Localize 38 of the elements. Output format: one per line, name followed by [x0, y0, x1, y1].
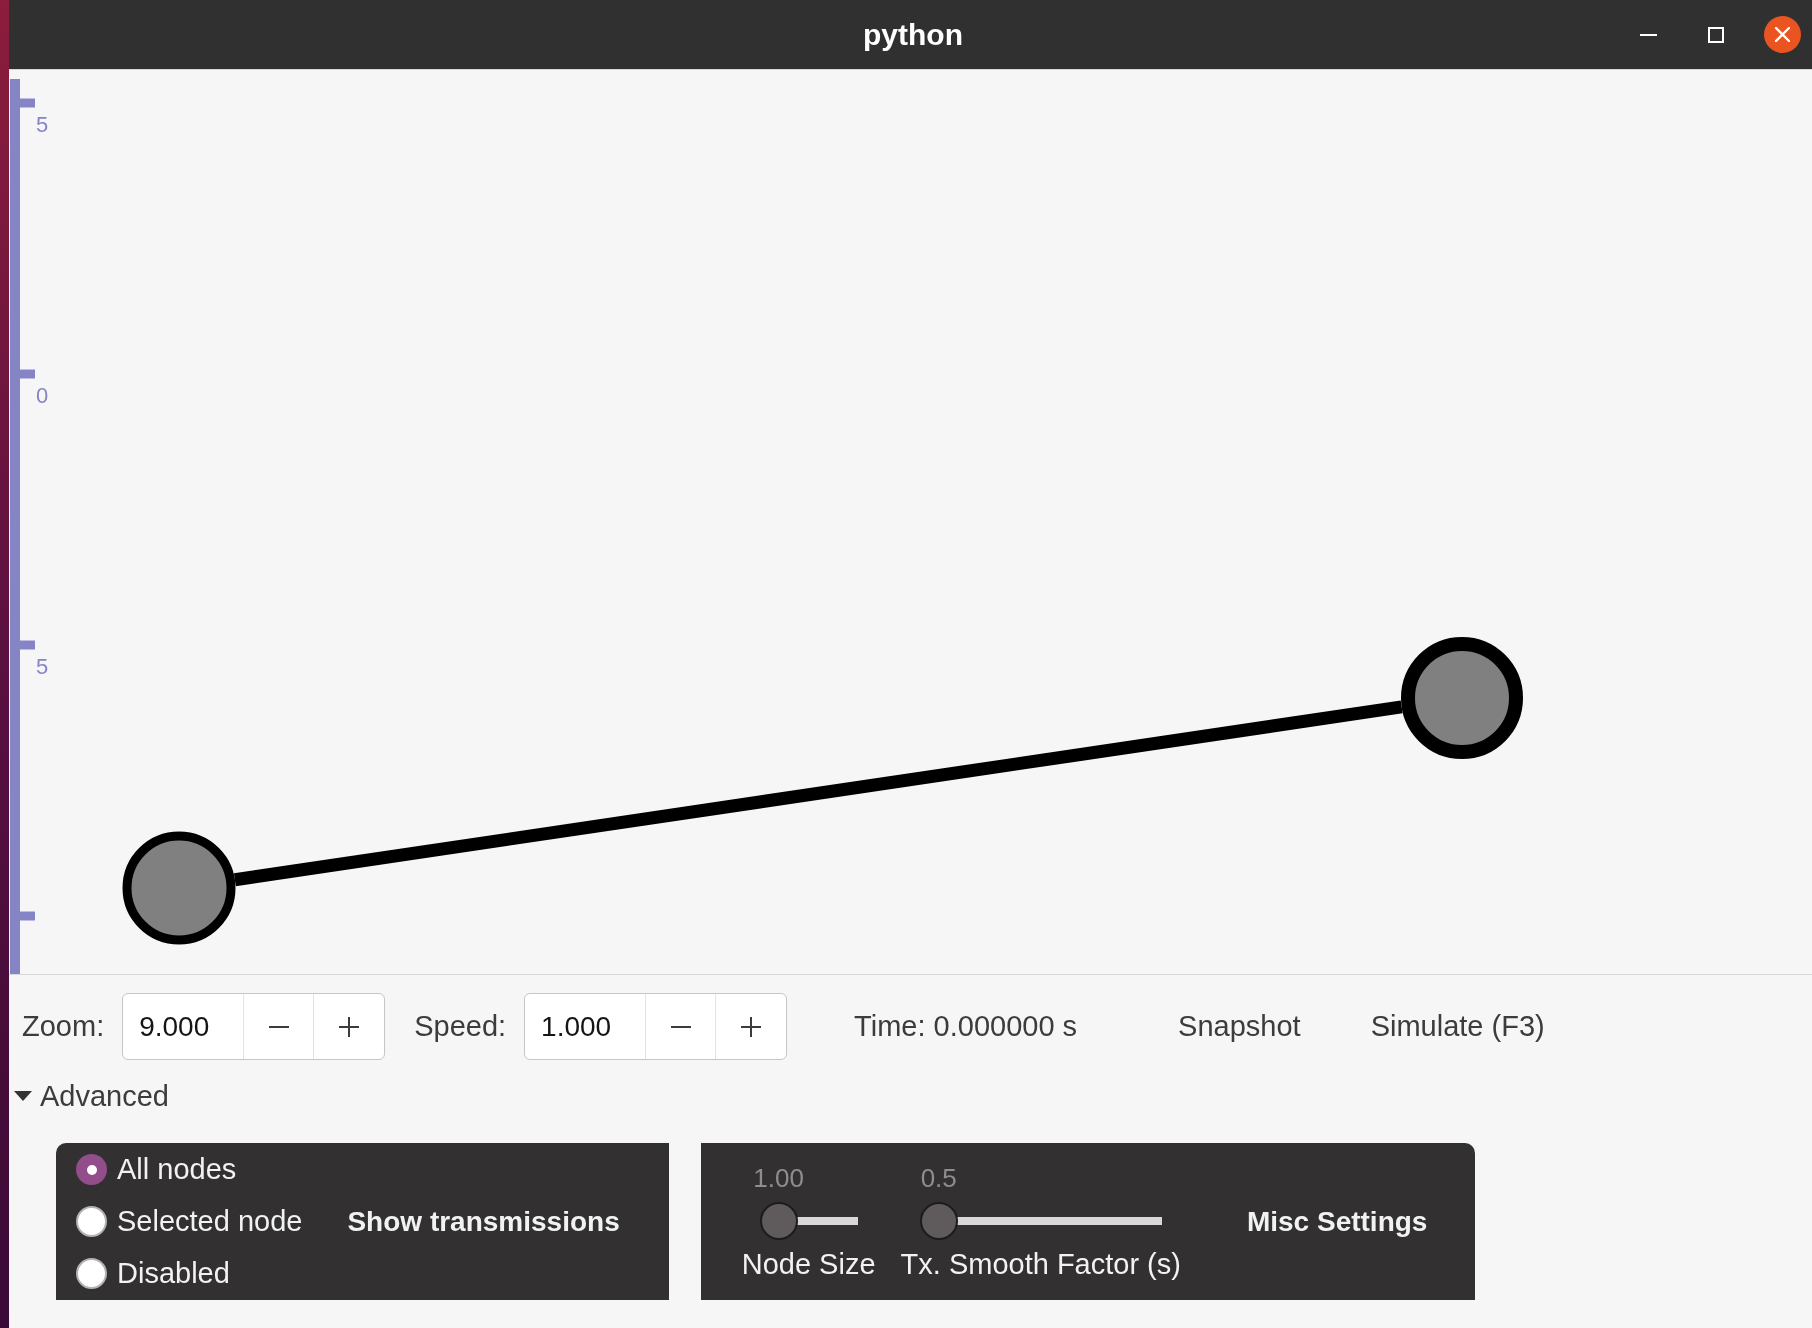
slider-label: Node Size: [741, 1246, 876, 1282]
maximize-icon: [1708, 26, 1724, 43]
slider-value: 1.00: [753, 1163, 804, 1194]
axis-tick-label: 5: [36, 112, 49, 137]
slider-label: Tx. Smooth Factor (s): [900, 1246, 1181, 1282]
minus-icon: [670, 1025, 691, 1028]
slider-thumb[interactable]: [759, 1201, 798, 1240]
radio-option[interactable]: Selected node: [76, 1195, 303, 1248]
axis-tick-label: 5: [36, 654, 49, 679]
slider-thumb[interactable]: [919, 1201, 958, 1240]
radio-option[interactable]: Disabled: [76, 1247, 303, 1300]
advanced-expander[interactable]: Advanced: [9, 1078, 169, 1114]
radio-icon[interactable]: [76, 1154, 107, 1185]
minus-icon: [268, 1025, 289, 1028]
slider-value: 0.5: [920, 1163, 957, 1194]
minimize-icon: [1639, 33, 1657, 36]
spin-box[interactable]: 1.000: [524, 993, 788, 1060]
radio-icon[interactable]: [76, 1258, 107, 1289]
plus-icon: [741, 1016, 762, 1037]
radio-icon[interactable]: [76, 1206, 107, 1237]
panel-title: Show transmissions: [347, 1205, 620, 1238]
number-field[interactable]: 1.000: [525, 994, 647, 1059]
number-field[interactable]: 9.000: [123, 994, 245, 1059]
plus-icon: [339, 1016, 360, 1037]
panel-title: Misc Settings: [1246, 1205, 1428, 1238]
radio-option[interactable]: All nodes: [76, 1143, 303, 1196]
spin-label: Speed:: [414, 1010, 507, 1043]
close-icon: [1775, 27, 1790, 42]
snapshot-button[interactable]: Snapshot: [1154, 996, 1325, 1057]
spin-label: Zoom:: [22, 1010, 105, 1043]
close-button[interactable]: [1764, 16, 1801, 53]
node-circle[interactable]: [122, 831, 236, 945]
node-circle[interactable]: [1401, 637, 1523, 759]
window-title: python: [862, 17, 963, 52]
simulate-button[interactable]: Simulate (F3): [1346, 996, 1569, 1057]
axis-tick-label: 0: [36, 383, 49, 408]
spin-box[interactable]: 9.000: [122, 993, 386, 1060]
time-readout: Time: 0.000000 s: [854, 1010, 1078, 1043]
